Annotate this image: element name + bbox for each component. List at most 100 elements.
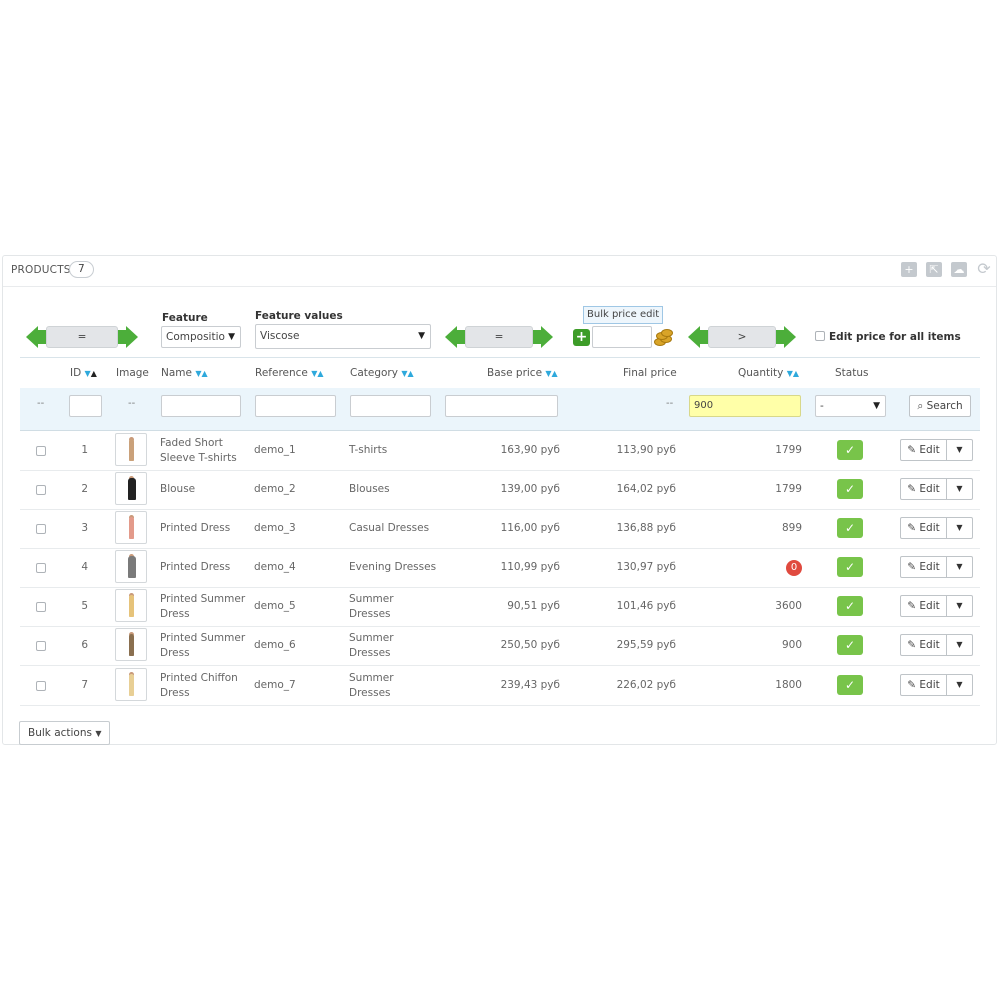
row-checkbox[interactable] [36, 523, 46, 534]
table-row[interactable]: 7 Printed Chiffon Dress demo_7 Summer Dr… [20, 666, 980, 706]
row-checkbox[interactable] [36, 640, 46, 651]
edit-button-label: Edit [919, 600, 940, 612]
feature-values-select[interactable]: Viscose ▼ [255, 324, 431, 349]
edit-all-checkbox[interactable] [815, 331, 825, 341]
status-enabled-check-icon[interactable]: ✓ [837, 557, 863, 577]
column-base-price[interactable]: Base price ▼▲ [487, 367, 558, 379]
row-actions: ✎ Edit ▼ [900, 634, 974, 656]
filter-name-input[interactable] [161, 395, 241, 417]
product-thumbnail[interactable] [115, 433, 147, 466]
pencil-icon: ✎ [907, 679, 917, 691]
cell-reference: demo_4 [254, 561, 296, 573]
filter-quantity-input[interactable]: 900 [689, 395, 801, 417]
table-row[interactable]: 5 Printed Summer Dress demo_5 Summer Dre… [20, 587, 980, 627]
row-checkbox[interactable] [36, 445, 46, 456]
filter-category-input[interactable] [350, 395, 431, 417]
product-thumbnail[interactable] [115, 668, 147, 701]
filter-status-select[interactable]: - ▼ [815, 395, 886, 417]
filter-id-input[interactable] [69, 395, 102, 417]
sort-asc-icon[interactable]: ▲ [552, 369, 558, 378]
column-quantity[interactable]: Quantity ▼▲ [738, 367, 799, 379]
sort-asc-icon[interactable]: ▲ [407, 369, 413, 378]
cell-base-price: 163,90 руб [500, 444, 560, 456]
status-enabled-check-icon[interactable]: ✓ [837, 479, 863, 499]
export-icon[interactable]: ⇱ [926, 262, 942, 277]
edit-button-label: Edit [919, 561, 940, 573]
edit-button[interactable]: ✎ Edit [900, 517, 947, 539]
filter-reference-input[interactable] [255, 395, 336, 417]
operator-stepper-3[interactable]: > [688, 326, 796, 348]
operator-stepper-1[interactable]: = [26, 326, 138, 348]
feature-select[interactable]: Compositio ▼ [161, 326, 241, 348]
arrow-right-icon[interactable] [784, 326, 796, 348]
cloud-upload-icon[interactable]: ☁ [951, 262, 967, 277]
sort-asc-icon[interactable]: ▲ [91, 369, 97, 378]
bulk-actions-button[interactable]: Bulk actions ▼ [19, 721, 111, 745]
sort-asc-icon[interactable]: ▲ [201, 369, 207, 378]
product-thumbnail[interactable] [115, 511, 147, 544]
edit-button-label: Edit [919, 639, 940, 651]
cell-name: Printed Dress [160, 522, 231, 534]
edit-all-option[interactable]: Edit price for all items [815, 331, 961, 343]
product-thumbnail[interactable] [115, 472, 147, 505]
search-button[interactable]: ⌕ Search [909, 395, 971, 417]
row-actions-dropdown[interactable]: ▼ [946, 674, 973, 696]
cell-final-price: 164,02 руб [616, 483, 676, 495]
edit-button[interactable]: ✎ Edit [900, 556, 947, 578]
edit-button[interactable]: ✎ Edit [900, 478, 947, 500]
column-final-price: Final price [623, 367, 677, 379]
status-enabled-check-icon[interactable]: ✓ [837, 518, 863, 538]
operator-stepper-2[interactable]: = [445, 326, 553, 348]
edit-button-label: Edit [919, 483, 940, 495]
product-thumbnail[interactable] [115, 550, 147, 583]
cell-name: Faded Short Sleeve T-shirts [160, 436, 237, 464]
row-actions: ✎ Edit ▼ [900, 517, 974, 539]
edit-button[interactable]: ✎ Edit [900, 595, 947, 617]
table-row[interactable]: 1 Faded Short Sleeve T-shirts demo_1 T-s… [20, 431, 980, 471]
row-actions-dropdown[interactable]: ▼ [946, 556, 973, 578]
filter-base-price-input[interactable] [445, 395, 558, 417]
product-thumbnail[interactable] [115, 628, 147, 661]
table-row[interactable]: 2 Blouse demo_2 Blouses 139,00 руб 164,0… [20, 470, 980, 510]
status-enabled-check-icon[interactable]: ✓ [837, 675, 863, 695]
edit-button[interactable]: ✎ Edit [900, 439, 947, 461]
row-checkbox[interactable] [36, 484, 46, 495]
status-enabled-check-icon[interactable]: ✓ [837, 440, 863, 460]
sort-asc-icon[interactable]: ▲ [317, 369, 323, 378]
column-reference[interactable]: Reference ▼▲ [255, 367, 324, 379]
column-id[interactable]: ID ▼▲ [70, 367, 97, 379]
bulk-price-input[interactable] [592, 326, 652, 348]
refresh-icon[interactable]: ⟳ [976, 261, 992, 277]
column-category[interactable]: Category ▼▲ [350, 367, 414, 379]
product-thumbnail[interactable] [115, 589, 147, 622]
cell-base-price: 139,00 руб [500, 483, 560, 495]
row-checkbox[interactable] [36, 562, 46, 573]
status-enabled-check-icon[interactable]: ✓ [837, 635, 863, 655]
sort-asc-icon[interactable]: ▲ [793, 369, 799, 378]
column-name[interactable]: Name ▼▲ [161, 367, 208, 379]
cell-reference: demo_7 [254, 679, 296, 691]
add-icon[interactable]: + [901, 262, 917, 277]
plus-icon[interactable]: + [573, 329, 590, 346]
edit-button[interactable]: ✎ Edit [900, 674, 947, 696]
cell-category: Summer Dresses [349, 631, 394, 659]
filter-row: -- -- -- 900 - ▼ ⌕ Search [20, 388, 980, 431]
row-actions-dropdown[interactable]: ▼ [946, 439, 973, 461]
row-actions-dropdown[interactable]: ▼ [946, 595, 973, 617]
row-checkbox[interactable] [36, 680, 46, 691]
row-checkbox[interactable] [36, 601, 46, 612]
pencil-icon: ✎ [907, 561, 917, 573]
operator-value: = [46, 326, 118, 348]
arrow-right-icon[interactable] [126, 326, 138, 348]
row-actions-dropdown[interactable]: ▼ [946, 517, 973, 539]
product-count-badge: 7 [69, 261, 94, 278]
table-row[interactable]: 4 Printed Dress demo_4 Evening Dresses 1… [20, 548, 980, 588]
row-actions-dropdown[interactable]: ▼ [946, 478, 973, 500]
edit-button[interactable]: ✎ Edit [900, 634, 947, 656]
table-row[interactable]: 3 Printed Dress demo_3 Casual Dresses 11… [20, 509, 980, 549]
arrow-right-icon[interactable] [541, 326, 553, 348]
column-status: Status [835, 367, 869, 379]
status-enabled-check-icon[interactable]: ✓ [837, 596, 863, 616]
row-actions-dropdown[interactable]: ▼ [946, 634, 973, 656]
table-row[interactable]: 6 Printed Summer Dress demo_6 Summer Dre… [20, 626, 980, 666]
